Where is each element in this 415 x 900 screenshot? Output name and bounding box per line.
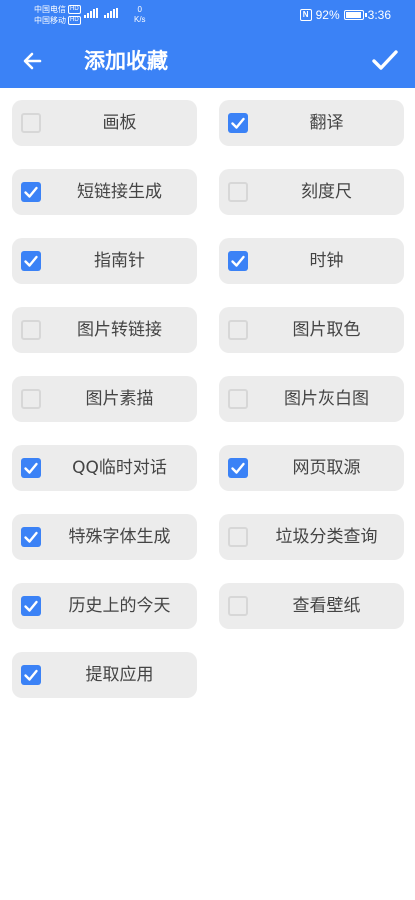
checkbox-checked[interactable] xyxy=(21,527,41,547)
arrow-left-icon xyxy=(23,52,42,70)
favorite-option[interactable]: 刻度尺 xyxy=(219,169,404,215)
checkbox-unchecked[interactable] xyxy=(228,320,248,340)
option-label: 历史上的今天 xyxy=(68,596,171,616)
favorite-option[interactable]: 图片取色 xyxy=(219,307,404,353)
check-icon xyxy=(372,50,398,70)
checkbox-checked[interactable] xyxy=(21,251,41,271)
favorite-option[interactable]: 特殊字体生成 xyxy=(12,514,197,560)
checkmark-icon xyxy=(24,186,38,198)
confirm-button[interactable] xyxy=(369,44,401,76)
favorite-option[interactable]: 画板 xyxy=(12,100,197,146)
option-label: 查看壁纸 xyxy=(292,596,361,616)
option-label: QQ临时对话 xyxy=(72,458,167,478)
clock: 3:36 xyxy=(367,8,391,22)
carrier-info: 中国电信 HD 中国移动 HD xyxy=(34,4,81,26)
favorite-option[interactable]: 时钟 xyxy=(219,238,404,284)
battery-percent: 92% xyxy=(315,8,340,22)
carrier-2: 中国移动 xyxy=(34,16,66,25)
option-label: 垃圾分类查询 xyxy=(275,527,378,547)
favorite-option[interactable]: 图片灰白图 xyxy=(219,376,404,422)
app-bar: 中国电信 HD 中国移动 HD 0 K/s N 92% 3:36 添加收藏 xyxy=(0,0,415,88)
battery-icon xyxy=(343,10,367,20)
net-speed-value: 0 xyxy=(137,5,142,14)
checkbox-checked[interactable] xyxy=(228,113,248,133)
favorite-option[interactable]: 提取应用 xyxy=(12,652,197,698)
checkbox-checked[interactable] xyxy=(21,458,41,478)
checkbox-unchecked[interactable] xyxy=(228,596,248,616)
option-label: 图片素描 xyxy=(85,389,154,409)
checkbox-unchecked[interactable] xyxy=(228,527,248,547)
checkbox-unchecked[interactable] xyxy=(21,113,41,133)
option-label: 提取应用 xyxy=(85,665,154,685)
checkbox-checked[interactable] xyxy=(228,251,248,271)
checkbox-checked[interactable] xyxy=(21,182,41,202)
checkmark-icon xyxy=(24,255,38,267)
signal-icon xyxy=(104,8,118,18)
hd-badge: HD xyxy=(68,16,81,25)
option-label: 特殊字体生成 xyxy=(68,527,171,547)
option-label: 图片转链接 xyxy=(77,320,162,340)
checkbox-unchecked[interactable] xyxy=(228,389,248,409)
favorite-option[interactable]: 指南针 xyxy=(12,238,197,284)
option-label: 图片取色 xyxy=(292,320,361,340)
favorite-option[interactable]: 网页取源 xyxy=(219,445,404,491)
favorite-option[interactable]: 垃圾分类查询 xyxy=(219,514,404,560)
nfc-icon: N xyxy=(299,9,312,21)
checkmark-icon xyxy=(24,669,38,681)
option-label: 画板 xyxy=(102,113,137,133)
option-label: 翻译 xyxy=(309,113,344,133)
option-label: 刻度尺 xyxy=(301,182,352,202)
checkbox-unchecked[interactable] xyxy=(21,320,41,340)
favorite-option[interactable]: 查看壁纸 xyxy=(219,583,404,629)
favorite-option[interactable]: 图片转链接 xyxy=(12,307,197,353)
favorite-option[interactable]: 翻译 xyxy=(219,100,404,146)
back-button[interactable] xyxy=(18,46,50,76)
net-speed: 0 K/s xyxy=(134,5,146,25)
net-speed-unit: K/s xyxy=(134,15,146,24)
checkbox-checked[interactable] xyxy=(21,665,41,685)
checkmark-icon xyxy=(24,531,38,543)
page-title: 添加收藏 xyxy=(84,49,168,73)
favorite-option[interactable]: 历史上的今天 xyxy=(12,583,197,629)
hd-badge: HD xyxy=(68,5,81,14)
checkmark-icon xyxy=(231,117,245,129)
favorite-option[interactable]: QQ临时对话 xyxy=(12,445,197,491)
signal-icons xyxy=(84,8,118,18)
status-right: N 92% 3:36 xyxy=(299,8,391,22)
favorite-option[interactable]: 短链接生成 xyxy=(12,169,197,215)
option-label: 短链接生成 xyxy=(77,182,162,202)
checkmark-icon xyxy=(24,600,38,612)
checkbox-unchecked[interactable] xyxy=(228,182,248,202)
signal-icon xyxy=(84,8,98,18)
checkbox-unchecked[interactable] xyxy=(21,389,41,409)
option-label: 图片灰白图 xyxy=(284,389,369,409)
option-label: 指南针 xyxy=(94,251,145,271)
checkmark-icon xyxy=(231,255,245,267)
checkmark-icon xyxy=(231,462,245,474)
favorite-option[interactable]: 图片素描 xyxy=(12,376,197,422)
option-label: 网页取源 xyxy=(292,458,361,478)
checkbox-checked[interactable] xyxy=(21,596,41,616)
option-label: 时钟 xyxy=(309,251,344,271)
carrier-1: 中国电信 xyxy=(34,5,66,14)
checkmark-icon xyxy=(24,462,38,474)
status-bar: 中国电信 HD 中国移动 HD 0 K/s N 92% 3:36 xyxy=(0,0,415,30)
checkbox-checked[interactable] xyxy=(228,458,248,478)
